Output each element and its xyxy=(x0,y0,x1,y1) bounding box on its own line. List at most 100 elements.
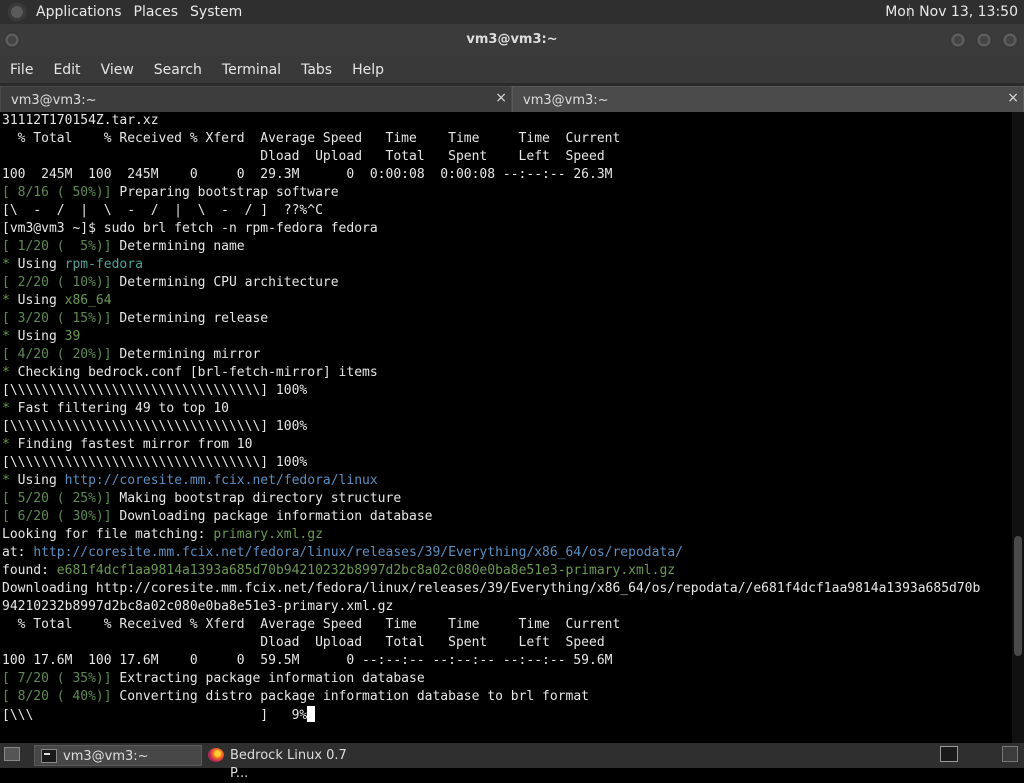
close-window-icon[interactable] xyxy=(1002,32,1018,48)
terminal-text: [\\\\\\\\\\\\\\\\\\\\\\\\\\\\\\\\] 100% xyxy=(2,455,308,470)
terminal-line: Dload Upload Total Spent Left Speed xyxy=(0,148,1012,166)
top-panel: Applications Places System Mon Nov 13, 1… xyxy=(0,0,1024,24)
terminal-scrollbar[interactable] xyxy=(1012,112,1024,743)
menu-tabs[interactable]: Tabs xyxy=(291,56,342,84)
menu-applications[interactable]: Applications xyxy=(30,0,128,24)
terminal-text: Using xyxy=(9,257,65,272)
maximize-icon[interactable] xyxy=(976,32,992,48)
menu-terminal[interactable]: Terminal xyxy=(212,56,291,84)
terminal-text: Determining name xyxy=(111,239,245,254)
terminal-text: found: xyxy=(2,563,57,578)
terminal-text: Using xyxy=(9,293,65,308)
taskbar-label: vm3@vm3:~ xyxy=(63,749,149,764)
terminal-text: [vm3@vm3 ~]$ sudo brl fetch -n rpm-fedor… xyxy=(2,221,378,236)
tab-2[interactable]: vm3@vm3:~ × xyxy=(512,86,1024,112)
bottom-panel: vm3@vm3:~ Bedrock Linux 0.7 P... xyxy=(0,743,1024,781)
tray-terminal-icon[interactable] xyxy=(940,746,958,762)
terminal-text: [ 3/20 ( 15%)] xyxy=(2,311,112,326)
terminal-line: [ 7/20 ( 35%)] Extracting package inform… xyxy=(0,670,1012,688)
terminal-line: [ 3/20 ( 15%)] Determining release xyxy=(0,310,1012,328)
terminal-text: http://coresite.mm.fcix.net/fedora/linux xyxy=(64,473,378,488)
terminal-text: * xyxy=(2,365,10,380)
terminal-text: [ 2/20 ( 10%)] xyxy=(2,275,112,290)
terminal-text: 94210232b8997d2bc8a02c080e0ba8e51e3-prim… xyxy=(2,599,394,614)
terminal-text: [\\\ ] 9% xyxy=(2,708,308,723)
tab-1[interactable]: vm3@vm3:~ × xyxy=(0,86,512,112)
tab-label: vm3@vm3:~ xyxy=(11,93,97,108)
terminal-text: Making bootstrap directory structure xyxy=(111,491,402,506)
terminal-text: at: xyxy=(2,545,34,560)
scrollbar-thumb[interactable] xyxy=(1014,536,1022,656)
terminal-line: [ 2/20 ( 10%)] Determining CPU architect… xyxy=(0,274,1012,292)
window-titlebar[interactable]: vm3@vm3:~ xyxy=(0,24,1024,56)
taskbar-item-terminal[interactable]: vm3@vm3:~ xyxy=(34,745,202,766)
terminal-line: [ 5/20 ( 25%)] Making bootstrap director… xyxy=(0,490,1012,508)
terminal-text: Extracting package information database xyxy=(111,671,425,686)
terminal-text: 100 17.6M 100 17.6M 0 0 59.5M 0 --:--:--… xyxy=(2,653,613,668)
terminal-text: [ 5/20 ( 25%)] xyxy=(2,491,112,506)
tab-close-icon[interactable]: × xyxy=(495,90,507,106)
terminal-line: [ 8/20 ( 40%)] Converting distro package… xyxy=(0,688,1012,706)
terminal-line: [vm3@vm3 ~]$ sudo brl fetch -n rpm-fedor… xyxy=(0,220,1012,238)
terminal-text: Looking for file matching: xyxy=(2,527,214,542)
terminal-text: [ 8/16 ( 50%)] xyxy=(2,185,112,200)
menu-help[interactable]: Help xyxy=(342,56,394,84)
terminal-line: * Using http://coresite.mm.fcix.net/fedo… xyxy=(0,472,1012,490)
menu-view[interactable]: View xyxy=(91,56,144,84)
clock[interactable]: Mon Nov 13, 13:50 xyxy=(885,0,1018,24)
terminal-text: [ 6/20 ( 30%)] xyxy=(2,509,112,524)
terminal-text: [\ - / | \ - / | \ - / ] ??%^C xyxy=(2,203,323,218)
terminal-line: * Using 39 xyxy=(0,328,1012,346)
terminal-line: 100 17.6M 100 17.6M 0 0 59.5M 0 --:--:--… xyxy=(0,652,1012,670)
terminal-text: * xyxy=(2,473,10,488)
terminal-text: * xyxy=(2,401,10,416)
menu-file[interactable]: File xyxy=(0,56,43,84)
terminal-line: Looking for file matching: primary.xml.g… xyxy=(0,526,1012,544)
terminal-line: * Checking bedrock.conf [brl-fetch-mirro… xyxy=(0,364,1012,382)
menu-places[interactable]: Places xyxy=(128,0,185,24)
terminal-icon xyxy=(41,749,57,763)
menu-edit[interactable]: Edit xyxy=(43,56,90,84)
terminal-text: [ 4/20 ( 20%)] xyxy=(2,347,112,362)
terminal-text: Converting distro package information da… xyxy=(111,689,590,704)
workspace-switcher-icon[interactable] xyxy=(1002,746,1018,762)
terminal-line: * Fast filtering 49 to top 10 xyxy=(0,400,1012,418)
firefox-icon xyxy=(208,748,224,762)
tab-bar: vm3@vm3:~ × vm3@vm3:~ × xyxy=(0,84,1024,112)
terminal-text: Downloading package information database xyxy=(111,509,433,524)
terminal-text: Preparing bootstrap software xyxy=(111,185,339,200)
distro-logo-icon[interactable] xyxy=(8,3,26,21)
terminal-cursor xyxy=(307,706,316,722)
terminal-text: Determining release xyxy=(111,311,269,326)
menu-search[interactable]: Search xyxy=(144,56,212,84)
terminal-text: [ 1/20 ( 5%)] xyxy=(2,239,112,254)
terminal-text: * xyxy=(2,257,10,272)
terminal-line: 94210232b8997d2bc8a02c080e0ba8e51e3-prim… xyxy=(0,598,1012,616)
terminal-text: Finding fastest mirror from 10 xyxy=(9,437,253,452)
terminal-line: at: http://coresite.mm.fcix.net/fedora/l… xyxy=(0,544,1012,562)
menu-system[interactable]: System xyxy=(184,0,248,24)
terminal-line: [\\\ ] 9% xyxy=(0,706,1012,724)
terminal-output[interactable]: 31112T170154Z.tar.xz % Total % Received … xyxy=(0,112,1012,743)
terminal-text: e681f4dcf1aa9814a1393a685d70b94210232b89… xyxy=(56,563,676,578)
terminal-line: % Total % Received % Xferd Average Speed… xyxy=(0,616,1012,634)
terminal-line: % Total % Received % Xferd Average Speed… xyxy=(0,130,1012,148)
terminal-text: * xyxy=(2,437,10,452)
terminal-text: [ 7/20 ( 35%)] xyxy=(2,671,112,686)
terminal-text: primary.xml.gz xyxy=(213,527,323,542)
terminal-text: 100 245M 100 245M 0 0 29.3M 0 0:00:08 0:… xyxy=(2,167,613,182)
terminal-text: * xyxy=(2,293,10,308)
terminal-line: [ 8/16 ( 50%)] Preparing bootstrap softw… xyxy=(0,184,1012,202)
terminal-text: Dload Upload Total Spent Left Speed xyxy=(2,149,605,164)
terminal-line: [\\\\\\\\\\\\\\\\\\\\\\\\\\\\\\\\] 100% xyxy=(0,454,1012,472)
menubar: File Edit View Search Terminal Tabs Help xyxy=(0,56,1024,84)
terminal-text: x86_64 xyxy=(64,293,112,308)
tab-close-icon[interactable]: × xyxy=(1007,90,1019,106)
taskbar-item-firefox[interactable]: Bedrock Linux 0.7 P... xyxy=(202,745,372,781)
terminal-text: Checking bedrock.conf [brl-fetch-mirror]… xyxy=(9,365,378,380)
show-desktop-icon[interactable] xyxy=(4,747,20,761)
terminal-line: [\\\\\\\\\\\\\\\\\\\\\\\\\\\\\\\\] 100% xyxy=(0,382,1012,400)
terminal-text: % Total % Received % Xferd Average Speed… xyxy=(2,617,621,632)
terminal-text: 31112T170154Z.tar.xz xyxy=(2,113,159,128)
minimize-icon[interactable] xyxy=(950,32,966,48)
